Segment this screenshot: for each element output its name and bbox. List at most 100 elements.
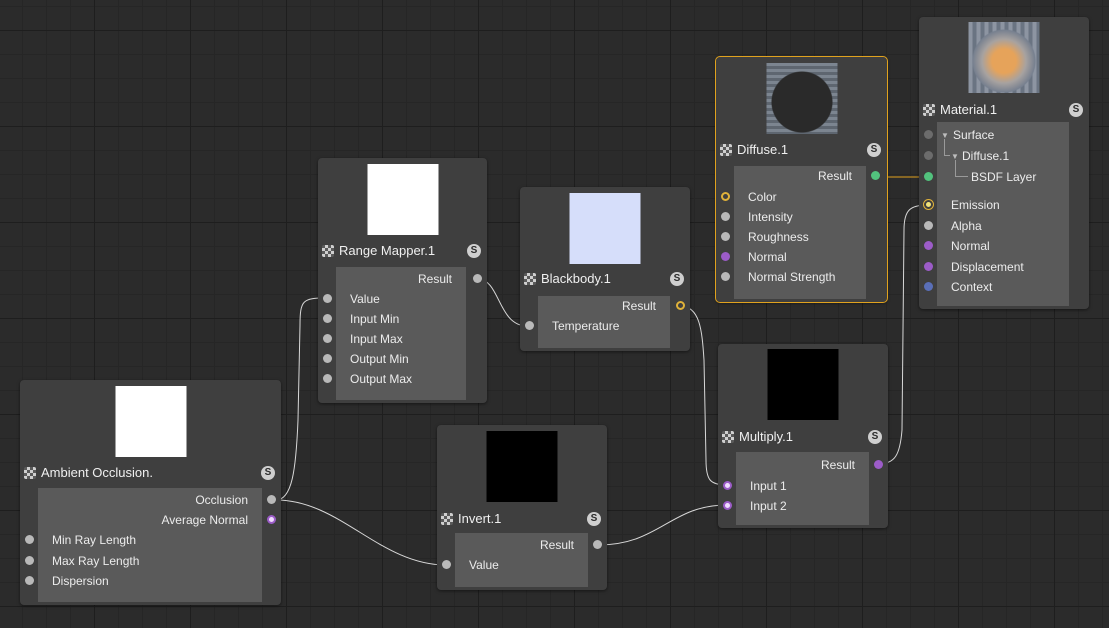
port-label: Result [621, 299, 656, 313]
solo-badge-icon[interactable]: S [670, 272, 684, 286]
port-label: Input 2 [750, 499, 787, 513]
node-body: Result Value [442, 533, 602, 587]
input-port[interactable] [323, 294, 332, 303]
node-header[interactable]: Ambient Occlusion. S [20, 464, 281, 482]
solo-badge-icon[interactable]: S [261, 466, 275, 480]
output-port[interactable] [267, 495, 276, 504]
output-average-normal: Average Normal [38, 510, 276, 530]
input-input-max: Input Max [323, 329, 466, 349]
node-header[interactable]: Range Mapper.1 S [318, 242, 487, 260]
input-port[interactable] [924, 221, 933, 230]
input-port[interactable] [323, 374, 332, 383]
port-label: Output Max [350, 372, 413, 386]
port-label: Intensity [748, 210, 793, 224]
input-port[interactable] [723, 501, 732, 510]
output-port[interactable] [874, 460, 883, 469]
input-port[interactable] [924, 200, 933, 209]
output-port[interactable] [871, 171, 880, 180]
port-label: Result [417, 272, 452, 286]
tree-label: BSDF Layer [971, 170, 1037, 184]
node-title: Material.1 [940, 102, 998, 117]
output-result: Result [336, 269, 482, 289]
input-port[interactable] [924, 151, 933, 160]
output-result: Result [736, 455, 883, 475]
input-port[interactable] [924, 172, 933, 181]
input-port[interactable] [723, 481, 732, 490]
input-port[interactable] [924, 282, 933, 291]
solo-badge-icon[interactable]: S [867, 143, 881, 157]
node-title: Range Mapper.1 [339, 243, 436, 258]
tree-label: Surface [953, 128, 995, 142]
ambient-occlusion-preview [115, 386, 186, 457]
input-port[interactable] [323, 334, 332, 343]
solo-badge-icon[interactable]: S [467, 244, 481, 258]
output-result: Result [455, 535, 602, 555]
port-label: Value [469, 558, 499, 572]
port-label: Context [951, 280, 993, 294]
node-header[interactable]: Invert.1 S [437, 510, 607, 528]
solo-badge-icon[interactable]: S [587, 512, 601, 526]
input-alpha: Alpha [924, 216, 1069, 236]
input-port[interactable] [25, 556, 34, 565]
input-output-max: Output Max [323, 369, 466, 389]
input-emission: Emission [924, 195, 1069, 215]
input-port[interactable] [25, 535, 34, 544]
range-mapper-node[interactable]: Range Mapper.1 S Result Value Input Min … [318, 158, 487, 403]
input-port[interactable] [721, 232, 730, 241]
input-input-1: Input 1 [723, 476, 869, 496]
solo-badge-icon[interactable]: S [868, 430, 882, 444]
input-max-ray-length: Max Ray Length [25, 551, 262, 571]
input-normal-strength: Normal Strength [721, 267, 866, 287]
node-title: Multiply.1 [739, 429, 793, 444]
tree-bsdf-layer[interactable]: BSDF Layer [924, 160, 1069, 187]
blackbody-node[interactable]: Blackbody.1 S Result Temperature [520, 187, 690, 351]
input-port[interactable] [924, 262, 933, 271]
port-label: Max Ray Length [52, 554, 140, 568]
solo-badge-icon[interactable]: S [1069, 103, 1083, 117]
node-header[interactable]: Multiply.1 S [718, 428, 888, 446]
input-port[interactable] [442, 560, 451, 569]
input-context: Context [924, 277, 1069, 297]
ambient-occlusion-node[interactable]: Ambient Occlusion. S Occlusion Average N… [20, 380, 281, 605]
node-header[interactable]: Material.1 S [919, 101, 1089, 119]
input-port[interactable] [25, 576, 34, 585]
input-port[interactable] [323, 354, 332, 363]
port-label: Normal [951, 239, 990, 253]
input-port[interactable] [924, 241, 933, 250]
node-header[interactable]: Blackbody.1 S [520, 270, 690, 288]
input-port[interactable] [721, 212, 730, 221]
input-port[interactable] [721, 272, 730, 281]
multiply-node[interactable]: Multiply.1 S Result Input 1 Input 2 [718, 344, 888, 528]
input-port[interactable] [924, 130, 933, 139]
input-port[interactable] [721, 192, 730, 201]
range-mapper-preview [367, 164, 438, 235]
tree-label: Diffuse.1 [962, 149, 1010, 163]
tree-surface[interactable]: ▼ Surface [924, 125, 1069, 145]
port-label: Result [817, 169, 852, 183]
input-normal: Normal [924, 236, 1069, 256]
input-port[interactable] [721, 252, 730, 261]
output-port[interactable] [473, 274, 482, 283]
invert-node[interactable]: Invert.1 S Result Value [437, 425, 607, 590]
port-label: Occlusion [195, 493, 248, 507]
input-displacement: Displacement [924, 257, 1069, 277]
node-body: Occlusion Average Normal Min Ray Length … [25, 488, 276, 602]
input-dispersion: Dispersion [25, 571, 262, 591]
output-port[interactable] [593, 540, 602, 549]
input-port[interactable] [525, 321, 534, 330]
input-port[interactable] [323, 314, 332, 323]
input-normal: Normal [721, 247, 866, 267]
input-temperature: Temperature [525, 316, 670, 336]
material-node[interactable]: Material.1 S ▼ Surface ▼ Diffuse.1 BSDF … [919, 17, 1089, 309]
port-label: Color [748, 190, 777, 204]
output-result: Result [538, 296, 685, 316]
node-body: Result Input 1 Input 2 [723, 452, 883, 525]
node-header[interactable]: Diffuse.1 S [716, 141, 887, 159]
input-color: Color [721, 187, 866, 207]
output-port[interactable] [267, 515, 276, 524]
diffuse-node[interactable]: Diffuse.1 S Result Color Intensity Rough… [715, 56, 888, 303]
invert-preview [486, 431, 558, 502]
output-port[interactable] [676, 301, 685, 310]
input-min-ray-length: Min Ray Length [25, 530, 262, 550]
node-type-icon [923, 104, 935, 116]
